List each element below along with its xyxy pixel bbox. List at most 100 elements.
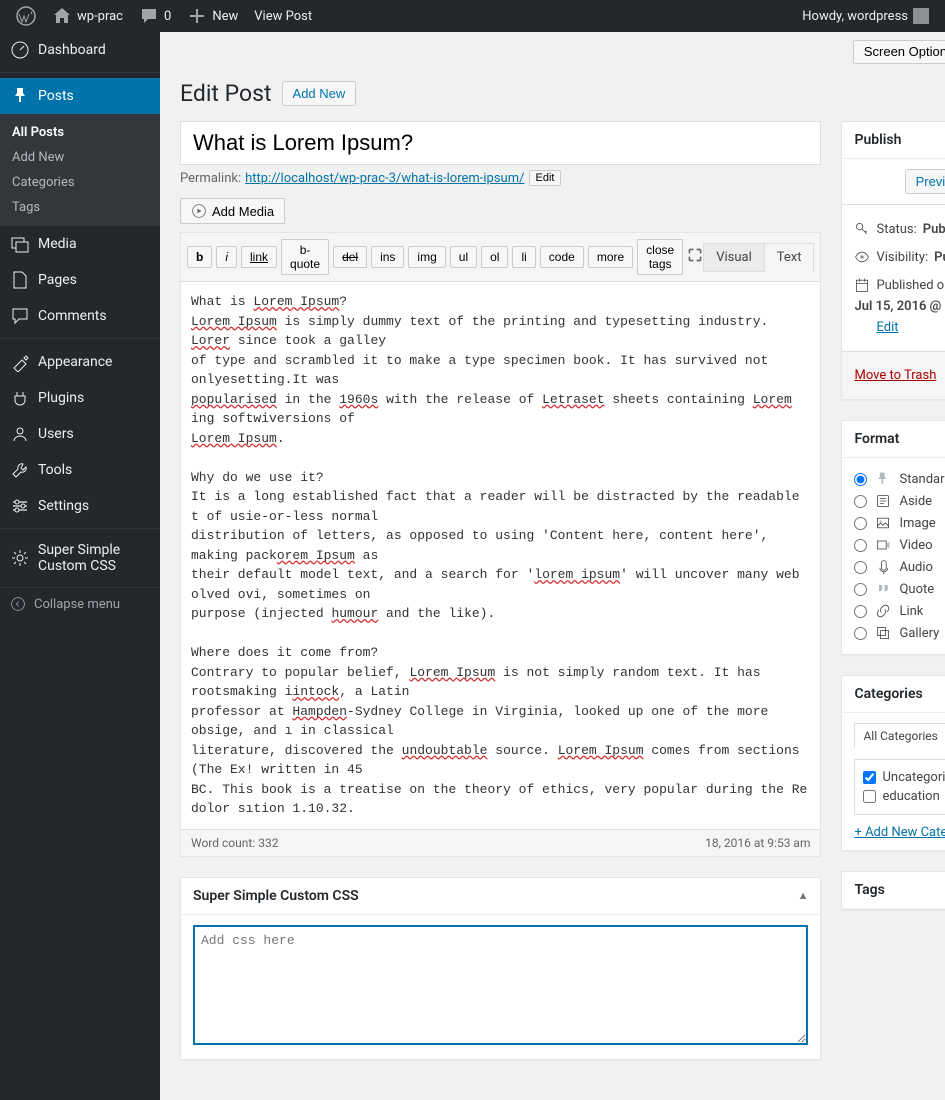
post-title-input[interactable] <box>180 121 821 165</box>
menu-media[interactable]: Media <box>0 226 160 262</box>
my-account-link[interactable]: Howdy, wordpress <box>794 0 937 32</box>
menu-tools[interactable]: Tools <box>0 452 160 488</box>
format-option-link[interactable]: Link <box>854 600 945 622</box>
site-name-link[interactable]: wp-prac <box>44 0 131 32</box>
format-radio[interactable] <box>854 561 867 574</box>
format-radio[interactable] <box>854 627 867 640</box>
format-title: Format <box>854 431 899 447</box>
status-label: Status: <box>876 222 916 237</box>
tab-all-categories[interactable]: All Categories <box>854 723 945 749</box>
tab-text[interactable]: Text <box>765 243 815 272</box>
format-radio[interactable] <box>854 473 867 486</box>
add-category-link[interactable]: + Add New Category <box>854 825 945 840</box>
category-item[interactable]: education <box>863 787 945 806</box>
qt-img[interactable]: img <box>408 246 445 268</box>
published-label: Published on: <box>876 278 945 293</box>
qt-ul[interactable]: ul <box>450 246 477 268</box>
collapse-menu[interactable]: Collapse menu <box>0 587 160 620</box>
custom-css-box: Super Simple Custom CSS ▲ <box>180 877 821 1060</box>
qt-more[interactable]: more <box>588 246 633 268</box>
menu-posts[interactable]: Posts <box>0 78 160 114</box>
menu-plugins[interactable]: Plugins <box>0 380 160 416</box>
format-option-aside[interactable]: Aside <box>854 490 945 512</box>
post-editor: b i link b-quote del ins img ul ol li co… <box>180 232 821 857</box>
menu-users[interactable]: Users <box>0 416 160 452</box>
qt-ins[interactable]: ins <box>371 246 404 268</box>
gear-icon <box>10 548 30 568</box>
format-label: Quote <box>899 582 934 597</box>
media-icon <box>10 234 30 254</box>
qt-del[interactable]: del <box>333 246 367 268</box>
category-checkbox[interactable] <box>863 790 876 803</box>
format-option-video[interactable]: Video <box>854 534 945 556</box>
permalink-link[interactable]: http://localhost/wp-prac-3/what-is-lorem… <box>245 171 524 186</box>
qt-bold[interactable]: b <box>187 246 212 268</box>
category-item[interactable]: Uncategorized <box>863 768 945 787</box>
submenu-tags[interactable]: Tags <box>0 195 160 220</box>
format-radio[interactable] <box>854 605 867 618</box>
format-option-image[interactable]: Image <box>854 512 945 534</box>
comments-link[interactable]: 0 <box>131 0 179 32</box>
screen-options-button[interactable]: Screen Options ▾ <box>853 40 945 64</box>
format-box: Format ▲ Standard Aside Image Video Audi… <box>841 420 945 655</box>
menu-settings[interactable]: Settings <box>0 488 160 524</box>
format-option-standard[interactable]: Standard <box>854 468 945 490</box>
format-option-gallery[interactable]: Gallery <box>854 622 945 644</box>
page-icon <box>10 270 30 290</box>
comment-icon <box>139 6 159 26</box>
qt-italic[interactable]: i <box>216 246 237 268</box>
view-post-link[interactable]: View Post <box>246 0 320 32</box>
gallery-icon <box>875 625 891 641</box>
qt-blockquote[interactable]: b-quote <box>281 239 329 275</box>
submenu-categories[interactable]: Categories <box>0 170 160 195</box>
visibility-label: Visibility: <box>876 250 928 265</box>
format-radio[interactable] <box>854 583 867 596</box>
qt-link[interactable]: link <box>241 246 277 268</box>
submenu-all-posts[interactable]: All Posts <box>0 120 160 145</box>
admin-sidebar: Dashboard Posts All Posts Add New Catego… <box>0 32 160 1100</box>
plus-icon <box>187 6 207 26</box>
qt-close-tags[interactable]: close tags <box>637 239 683 275</box>
format-radio[interactable] <box>854 517 867 530</box>
menu-appearance[interactable]: Appearance <box>0 344 160 380</box>
last-saved: 18, 2016 at 9:53 am <box>705 836 810 850</box>
trash-link[interactable]: Move to Trash <box>854 368 936 383</box>
preview-button[interactable]: Preview Changes <box>905 169 945 194</box>
qt-ol[interactable]: ol <box>481 246 508 268</box>
submenu-add-new[interactable]: Add New <box>0 145 160 170</box>
edit-date-link[interactable]: Edit <box>876 320 945 335</box>
menu-dashboard[interactable]: Dashboard <box>0 32 160 68</box>
edit-permalink-button[interactable]: Edit <box>529 170 562 186</box>
custom-css-textarea[interactable] <box>193 925 808 1045</box>
menu-custom-css[interactable]: Super Simple Custom CSS <box>0 534 160 582</box>
format-radio[interactable] <box>854 539 867 552</box>
calendar-icon <box>854 277 870 293</box>
collapse-icon <box>10 596 26 612</box>
add-new-button[interactable]: Add New <box>282 81 357 106</box>
qt-li[interactable]: li <box>512 246 535 268</box>
format-option-quote[interactable]: Quote <box>854 578 945 600</box>
tags-box: Tags ▲ <box>841 871 945 910</box>
format-radio[interactable] <box>854 495 867 508</box>
fullscreen-button[interactable] <box>687 247 703 267</box>
tab-visual[interactable]: Visual <box>703 243 765 272</box>
fullscreen-icon <box>687 247 703 263</box>
tools-icon <box>10 460 30 480</box>
menu-pages[interactable]: Pages <box>0 262 160 298</box>
format-label: Image <box>899 516 935 531</box>
add-media-button[interactable]: Add Media <box>180 198 285 224</box>
menu-comments[interactable]: Comments <box>0 298 160 334</box>
wp-logo[interactable] <box>8 0 44 32</box>
category-checkbox[interactable] <box>863 771 876 784</box>
format-option-audio[interactable]: Audio <box>854 556 945 578</box>
format-label: Standard <box>899 472 945 487</box>
category-label: education <box>882 789 939 804</box>
new-content-link[interactable]: New <box>179 0 246 32</box>
comments-count: 0 <box>164 9 171 24</box>
image-icon <box>875 515 891 531</box>
format-label: Video <box>899 538 932 553</box>
toggle-icon[interactable]: ▲ <box>798 889 809 902</box>
word-count: Word count: 332 <box>191 836 278 850</box>
post-content-textarea[interactable]: What is Lorem Ipsum?Lorem Ipsum is simpl… <box>181 282 820 829</box>
qt-code[interactable]: code <box>540 246 584 268</box>
